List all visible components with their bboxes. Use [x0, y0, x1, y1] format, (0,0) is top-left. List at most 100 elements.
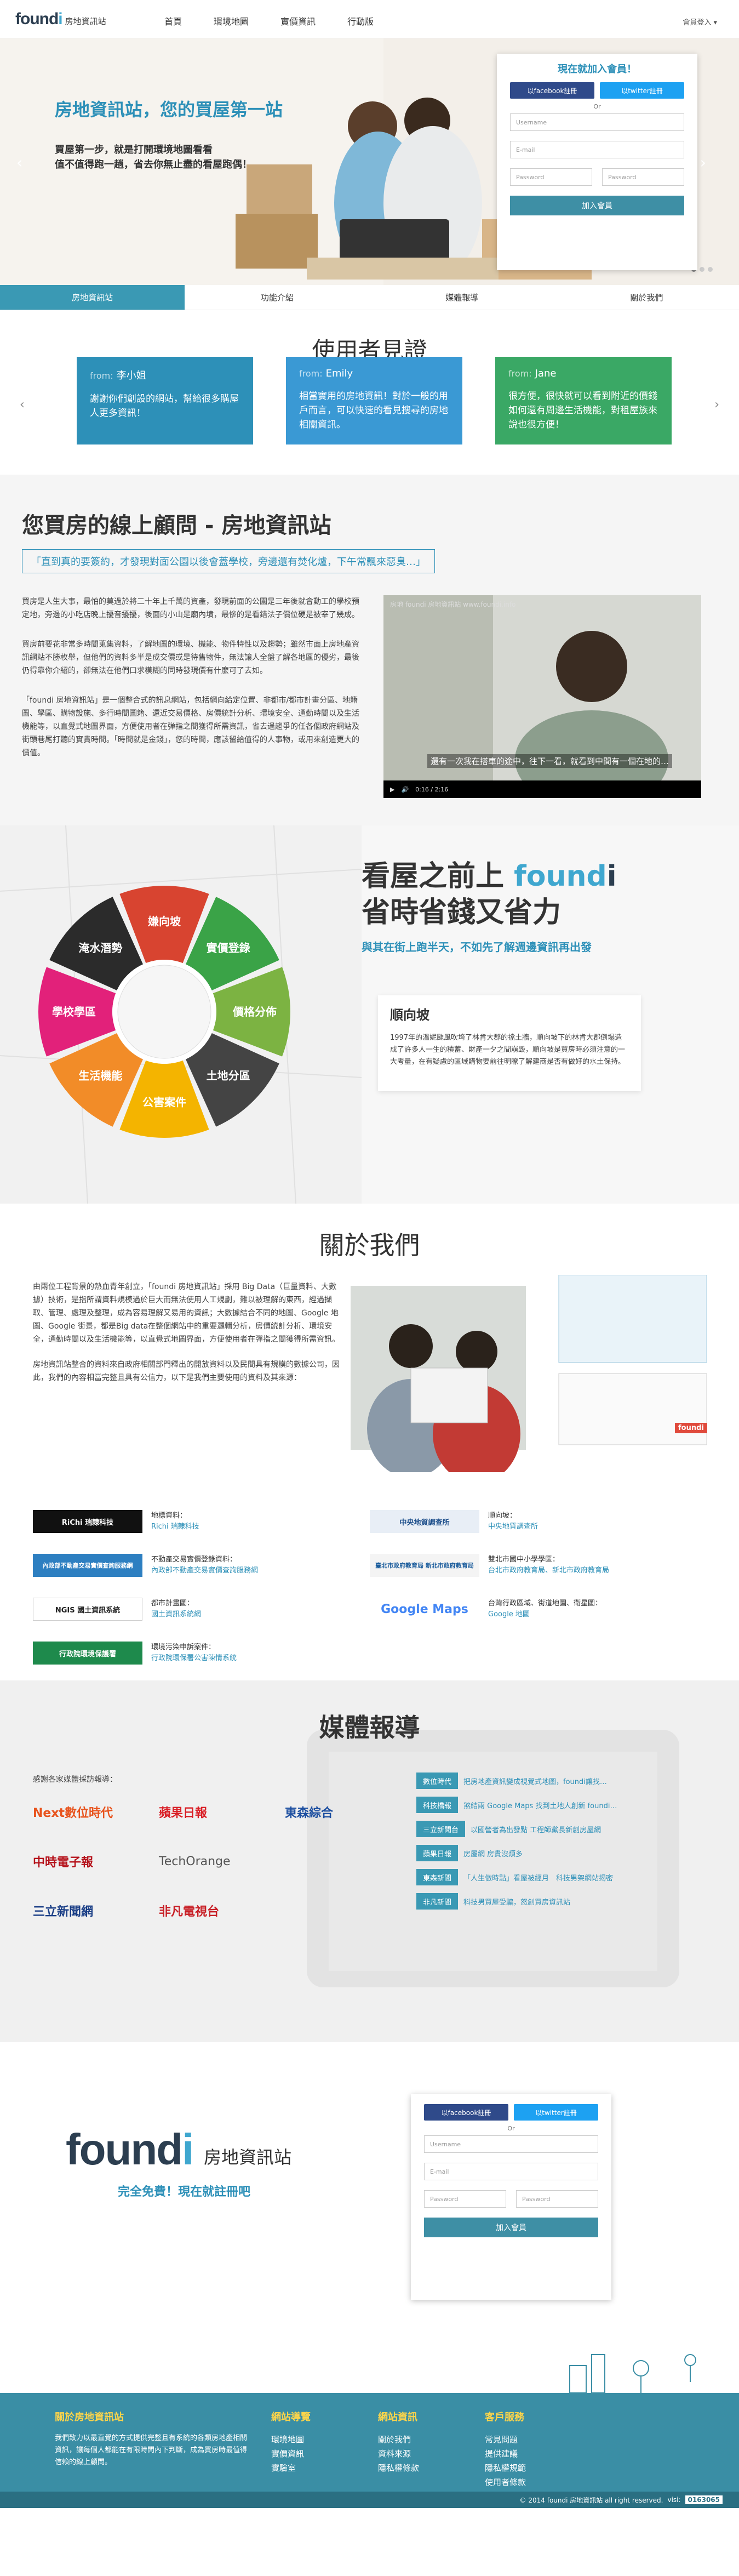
from-label: from:	[508, 368, 532, 379]
wheel-label: 嫌向坡	[148, 915, 181, 928]
tab-about[interactable]: 關於我們	[554, 285, 739, 310]
email-input[interactable]: E-mail	[510, 141, 684, 158]
footer-link[interactable]: 關於我們	[378, 2432, 419, 2447]
testimonial-card: from: Emily 相當實用的房地資訊！對於一般的用戶而言，可以快速的看見搜尋…	[286, 357, 462, 444]
media-item[interactable]: 東森新聞 「人生做時點」看屋被經月 科技男架網站揭密	[416, 1869, 617, 1885]
source-link[interactable]: 內政部不動產交易實價查詢服務網	[151, 1565, 258, 1576]
media-tag: 三立新聞台	[416, 1821, 466, 1837]
hero-title: 房地資訊站，您的買屋第一站	[55, 99, 283, 120]
wheel-label: 實價登錄	[207, 941, 250, 954]
about-paragraph: 由兩位工程背景的熱血青年創立，「foundi 房地資訊站」採用 Big Data…	[33, 1283, 340, 1344]
footer-about-text: 我們致力以最直覺的方式提供完整且有系統的各類房地產相關資訊，讓每個人都能在有限時…	[55, 2434, 248, 2466]
footer-link[interactable]: 隱私權規範	[485, 2461, 526, 2475]
join-button[interactable]: 加入會員	[510, 196, 684, 215]
volume-icon[interactable]: 🔊	[401, 786, 409, 793]
media-headline[interactable]: 「人生做時點」看屋被經月 科技男架網站揭密	[463, 1872, 613, 1883]
member-login[interactable]: 會員登入 ▾	[683, 16, 717, 27]
media-headline[interactable]: 以國營者為出發點 工程師黨長新創房屋網	[471, 1824, 601, 1834]
source-link[interactable]: 中央地質調查所	[488, 1521, 538, 1532]
source-link[interactable]: Google 地圖	[488, 1609, 602, 1620]
media-headline[interactable]: 房屬網 房貴沒煩多	[463, 1848, 523, 1859]
media-headline[interactable]: 科技男買屋受騙，怒創買房資訊站	[463, 1896, 570, 1907]
facebook-register-button[interactable]: 以facebook註冊	[510, 82, 594, 99]
nav-map[interactable]: 環境地圖	[214, 14, 249, 27]
register-panel: 現在就加入會員！ 以facebook註冊 以twitter註冊 Or Usern…	[497, 54, 697, 270]
testimonial-next-icon[interactable]: ›	[714, 398, 719, 412]
visit-counter: 0163065	[685, 2495, 723, 2504]
hero-next-icon[interactable]: ›	[700, 153, 706, 172]
media-tag: 數位時代	[416, 1773, 459, 1789]
nav-mobile[interactable]: 行動版	[347, 14, 374, 27]
password-input[interactable]: Password	[510, 168, 592, 186]
source-logo: 行政院環境保護署	[33, 1642, 142, 1665]
footer-col-title: 網站資訊	[378, 2412, 417, 2423]
footer-link[interactable]: 實價資訊	[271, 2447, 311, 2461]
footer-link[interactable]: 隱私權條款	[378, 2461, 419, 2475]
hero-line-1: 買屋第一步，就是打開環境地圖看看	[55, 144, 213, 156]
footer-col: 網站導覽 環境地圖 實價資訊 實驗室	[271, 2409, 311, 2475]
media-item[interactable]: 非凡新聞 科技男買屋受騙，怒創買房資訊站	[416, 1893, 617, 1910]
features-section: 嫌向坡 實價登錄 價格分佈 土地分區 公害案件 生活機能 學校學區 淹水潛勢 看屋之前上 fo…	[0, 825, 739, 1204]
join-button[interactable]: 加入會員	[424, 2218, 598, 2237]
password-confirm-input[interactable]: Password	[516, 2190, 598, 2208]
footer-link[interactable]: 提供建議	[485, 2447, 526, 2461]
email-input[interactable]: E-mail	[424, 2163, 598, 2180]
footer-link[interactable]: 使用者條款	[485, 2475, 526, 2489]
media-headline[interactable]: 把房地產資訊變成視覺式地圖，foundi讓找…	[463, 1776, 607, 1786]
source-item: 臺北市政府教育局 新北市政府教育局 雙北市國中小學學區： 台北市政府教育局、新北市…	[370, 1549, 707, 1582]
site-logo[interactable]: foundi 房地資訊站	[15, 10, 106, 29]
brand-a: found	[514, 860, 607, 893]
wheel-label: 生活機能	[78, 1069, 122, 1082]
tab-home[interactable]: 房地資訊站	[0, 285, 185, 310]
tab-features[interactable]: 功能介紹	[185, 285, 369, 310]
nav-home[interactable]: 首頁	[164, 14, 182, 27]
source-logo: 臺北市政府教育局 新北市政府教育局	[370, 1554, 479, 1577]
media-item[interactable]: 數位時代 把房地產資訊變成視覺式地圖，foundi讓找…	[416, 1773, 617, 1789]
twitter-register-button[interactable]: 以twitter註冊	[514, 2104, 598, 2121]
source-link[interactable]: 台北市政府教育局、新北市政府教育局	[488, 1565, 609, 1576]
media-headline[interactable]: 煞結兩 Google Maps 找到土地人創新 foundi…	[463, 1800, 617, 1810]
twitter-register-button[interactable]: 以twitter註冊	[600, 82, 684, 99]
source-link[interactable]: Richi 瑞隸科技	[151, 1521, 199, 1532]
media-logo: 三立新聞網	[33, 1905, 94, 1919]
password-input[interactable]: Password	[424, 2190, 506, 2208]
tab-media[interactable]: 媒體報導	[370, 285, 554, 310]
carousel-dot[interactable]	[708, 267, 713, 272]
username-input[interactable]: Username	[424, 2135, 598, 2153]
footer-col-title: 網站導覽	[271, 2412, 311, 2423]
testimonial-text: 相當實用的房地資訊！對於一般的用戶而言，可以快速的看見搜尋的房地相關資訊。	[299, 391, 448, 430]
about-paragraph: 房地資訊站整合的資料來自政府相關部門釋出的開放資料以及民間具有規模的數據公司，因…	[33, 1360, 340, 1382]
video-title: 房地 foundi 房地資訊站 www.foundi.info	[390, 601, 516, 608]
footer-link[interactable]: 環境地圖	[271, 2432, 311, 2447]
media-item[interactable]: 蘋果日報 房屬網 房貴沒煩多	[416, 1845, 617, 1861]
source-link[interactable]: 國土資訊系統網	[151, 1609, 201, 1620]
footer-link[interactable]: 實驗室	[271, 2461, 311, 2475]
carousel-dot[interactable]	[700, 267, 704, 272]
signup-section: foundi 房地資訊站 完全免費！現在就註冊吧 以facebook註冊 以tw…	[0, 2042, 739, 2393]
feature-heading-2: 省時省錢又省力	[362, 896, 562, 929]
feature-card: 順向坡 1997年的溫妮颱風吹垮了林肯大郡的擋土牆，順向坡下的林肯大郡倒塌造成了…	[378, 995, 641, 1091]
media-logo: 蘋果日報	[159, 1806, 208, 1820]
media-item[interactable]: 三立新聞台 以國營者為出發點 工程師黨長新創房屋網	[416, 1821, 617, 1837]
source-item: RiChi 瑞隸科技 地標資料： Richi 瑞隸科技	[33, 1505, 370, 1538]
signup-cta: 完全免費！現在就註冊吧	[118, 2185, 251, 2199]
play-icon[interactable]: ▶	[390, 786, 394, 793]
hero-prev-icon[interactable]: ‹	[16, 153, 22, 172]
password-confirm-input[interactable]: Password	[602, 168, 684, 186]
founders-photo	[351, 1275, 707, 1472]
footer-link[interactable]: 資料來源	[378, 2447, 419, 2461]
source-link[interactable]: 行政院環保署公害陳情系統	[151, 1653, 237, 1664]
media-list: 數位時代 把房地產資訊變成視覺式地圖，foundi讓找… 科技橋報 煞結兩 Goog…	[416, 1773, 617, 1917]
facebook-register-button[interactable]: 以facebook註冊	[424, 2104, 508, 2121]
signup-subtitle: 房地資訊站	[204, 2147, 292, 2168]
testimonial-prev-icon[interactable]: ‹	[20, 398, 25, 412]
testimonials-section: 使用者見證 ‹ › from: 李小姐 謝謝你們創設的網站，幫給很多購屋人更多資訊…	[0, 310, 739, 475]
media-thanks: 感謝各家媒體採訪報導：	[33, 1775, 117, 1784]
feature-card-title: 順向坡	[390, 1007, 429, 1023]
username-input[interactable]: Username	[510, 113, 684, 131]
intro-video[interactable]: 房地 foundi 房地資訊站 www.foundi.info 還有一次我在搭車…	[383, 595, 701, 809]
nav-price[interactable]: 實價資訊	[280, 14, 316, 27]
media-item[interactable]: 科技橋報 煞結兩 Google Maps 找到土地人創新 foundi…	[416, 1797, 617, 1813]
footer-link[interactable]: 常見問題	[485, 2432, 526, 2447]
main-nav: 首頁 環境地圖 實價資訊 行動版	[164, 14, 374, 27]
